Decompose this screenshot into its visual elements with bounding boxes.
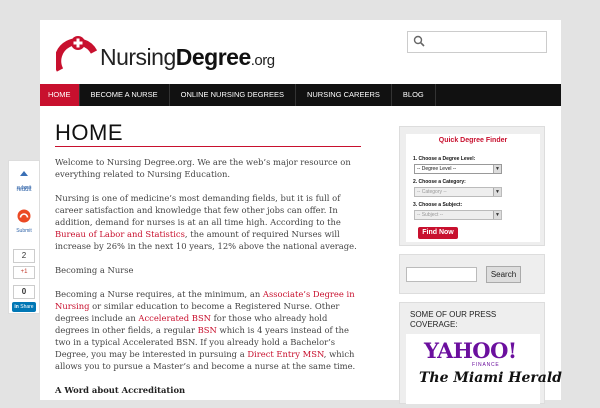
linkedin-share[interactable]: 0 in Share [10,285,38,312]
chevron-down-icon: ▼ [493,165,501,173]
page-title: HOME [55,120,123,145]
search-icon [413,35,425,47]
demand-paragraph: Nursing is one of medicine’s most demand… [55,193,357,251]
linkedin-count: 0 [13,285,35,299]
logo-text: NursingDegree.org [100,44,275,70]
reddit-share[interactable]: reddit [10,187,38,193]
page: NursingDegree.org HOME BECOME A NURSE ON… [40,20,562,404]
nav-blog[interactable]: BLOG [392,84,436,106]
direct-entry-msn-link[interactable]: Direct Entry MSN [247,349,323,359]
title-divider [55,146,361,147]
degree-level-select[interactable]: -- Degree Level -- ▼ [414,164,502,174]
linkedin-icon: in [14,304,19,310]
press-coverage: SOME OF OUR PRESS COVERAGE: YAHOO! FINAN… [399,302,562,404]
nav-online-nursing-degrees[interactable]: ONLINE NURSING DEGREES [170,84,296,106]
finder-title: Quick Degree Finder [438,137,508,144]
accreditation-heading: A Word about Accreditation [55,385,186,395]
bls-link[interactable]: Bureau of Labor and Statistics [55,229,185,239]
chevron-down-icon: ▼ [493,188,501,196]
linkedin-share-button[interactable]: in Share [12,302,36,312]
miami-herald-logo: The Miami Herald [419,370,562,386]
subject-select[interactable]: -- Subject -- ▼ [414,210,502,220]
yahoo-finance-sublabel: FINANCE [472,362,500,368]
bsn-link[interactable]: BSN [198,325,217,335]
share-widget: submit reddit Submit 2 +1 0 in Share [8,160,40,314]
becoming-nurse-heading: Becoming a Nurse [55,265,134,275]
google-plus-icon: +1 [13,266,35,279]
main-nav: HOME BECOME A NURSE ONLINE NURSING DEGRE… [40,84,561,106]
sidebar-search-input[interactable] [406,267,477,282]
stumble-submit[interactable]: Submit [10,209,38,234]
site-logo[interactable]: NursingDegree.org [56,32,276,72]
stumbleupon-icon [20,171,28,176]
main-content: Welcome to Nursing Degree.org. We are th… [55,156,363,408]
press-title: SOME OF OUR PRESS COVERAGE: [410,310,497,329]
chevron-down-icon: ▼ [493,211,501,219]
stumbleupon-logo-icon [17,209,31,223]
nav-nursing-careers[interactable]: NURSING CAREERS [296,84,392,106]
intro-paragraph: Welcome to Nursing Degree.org. We are th… [55,157,351,179]
quick-degree-finder: Quick Degree Finder 1. Choose a Degree L… [399,126,545,246]
category-select[interactable]: -- Category -- ▼ [414,187,502,197]
find-now-button[interactable]: Find Now [418,227,458,239]
category-label: 2. Choose a Category: [413,179,466,185]
google-plus-share[interactable]: 2 +1 [10,249,38,279]
header-search[interactable] [407,31,547,53]
subject-label: 3. Choose a Subject: [413,202,463,208]
google-plus-count: 2 [13,249,35,263]
sidebar: Quick Degree Finder 1. Choose a Degree L… [399,126,562,404]
nav-become-a-nurse[interactable]: BECOME A NURSE [80,84,170,106]
yahoo-finance-logo: YAHOO! [424,338,517,363]
header-search-input[interactable] [428,34,544,50]
nav-home[interactable]: HOME [40,84,80,106]
press-logos: YAHOO! FINANCE The Miami Herald [406,334,562,404]
search-button[interactable]: Search [486,266,521,283]
degree-level-label: 1. Choose a Degree Level: [413,156,476,162]
nursing-cross-logo-icon [56,36,98,72]
accelerated-bsn-link[interactable]: Accelerated BSN [138,313,211,323]
sidebar-search: Search [399,254,545,294]
degrees-paragraph: Becoming a Nurse requires, at the minimu… [55,289,356,371]
